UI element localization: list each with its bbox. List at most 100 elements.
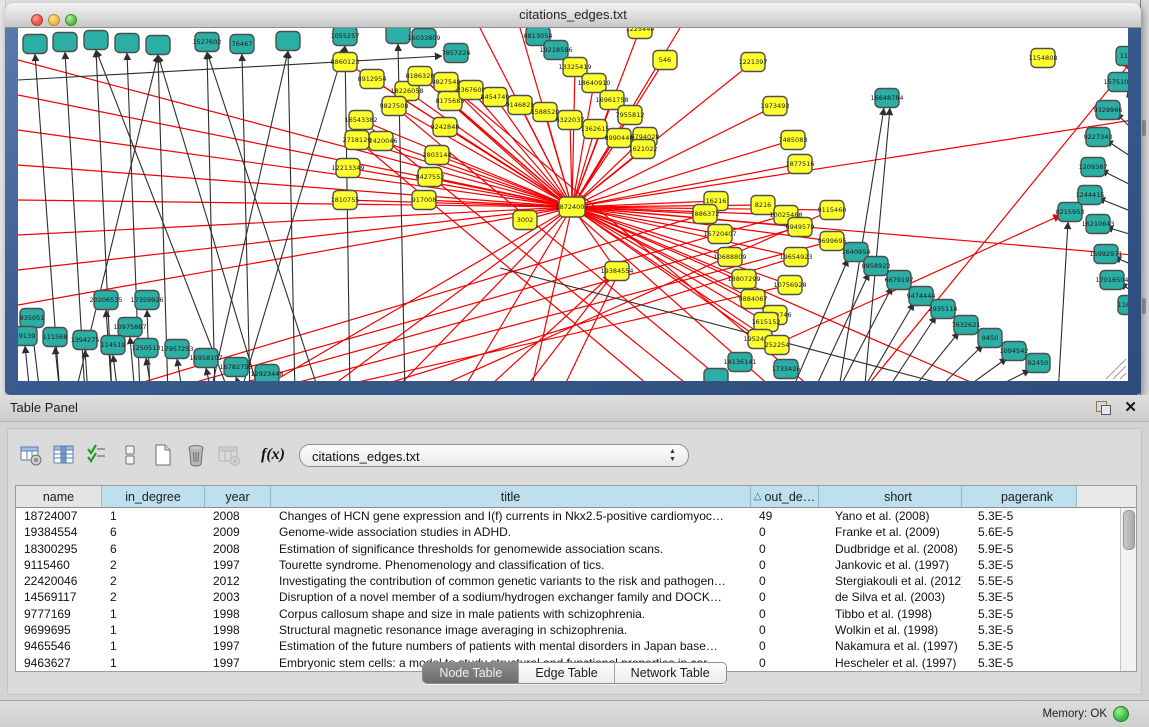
table-cell[interactable]: 18724007: [16, 508, 102, 524]
table-cell[interactable]: 5.9E-5: [962, 541, 1077, 557]
table-cell[interactable]: 2008: [205, 541, 271, 557]
table-cell[interactable]: 5.3E-5: [962, 606, 1077, 622]
network-node[interactable]: [84, 31, 108, 50]
table-cell[interactable]: 2012: [205, 573, 271, 589]
modify-table-icon[interactable]: [16, 442, 46, 468]
table-cell[interactable]: 1997: [205, 638, 271, 654]
table-cell[interactable]: 5.5E-5: [962, 573, 1077, 589]
table-row[interactable]: 1938455462009Genome-wide association stu…: [16, 524, 1136, 540]
table-cell[interactable]: 1998: [205, 622, 271, 638]
table-row[interactable]: 911546021997Tourette syndrome. Phenomeno…: [16, 557, 1136, 573]
network-edge[interactable]: [956, 358, 1007, 381]
network-edge[interactable]: [1058, 222, 1068, 381]
table-cell[interactable]: 5.6E-5: [962, 524, 1077, 540]
table-cell[interactable]: 0: [751, 589, 819, 605]
window-titlebar[interactable]: citations_edges.txt: [5, 3, 1141, 28]
table-cell[interactable]: 2: [102, 573, 205, 589]
select-rows-icon[interactable]: [82, 442, 112, 468]
network-canvas[interactable]: 1527602764671055257160338097857224881305…: [18, 28, 1128, 381]
table-cell[interactable]: de Silva et al. (2003): [819, 589, 962, 605]
network-node[interactable]: [53, 33, 77, 52]
network-edge[interactable]: [437, 155, 572, 207]
table-row[interactable]: 1456911722003Disruption of a novel membe…: [16, 589, 1136, 605]
table-cell[interactable]: 2: [102, 589, 205, 605]
tab-node-table[interactable]: Node Table: [423, 663, 518, 683]
row-height-icon[interactable]: [115, 442, 145, 468]
table-row[interactable]: 946554611997Estimation of the future num…: [16, 638, 1136, 654]
table-cell[interactable]: 9777169: [16, 606, 102, 622]
table-cell[interactable]: 22420046: [16, 573, 102, 589]
table-cell[interactable]: 0: [751, 557, 819, 573]
table-cell[interactable]: 0: [751, 606, 819, 622]
column-header-name[interactable]: name: [16, 486, 102, 507]
table-cell[interactable]: 1: [102, 638, 205, 654]
function-builder-icon[interactable]: f(x): [261, 446, 285, 464]
column-header-pagerank[interactable]: pagerank: [962, 486, 1077, 507]
tab-network-table[interactable]: Network Table: [614, 663, 726, 683]
network-node[interactable]: [146, 36, 170, 55]
network-node[interactable]: [386, 28, 410, 44]
table-cell[interactable]: 19384554: [16, 524, 102, 540]
table-cell[interactable]: Changes of HCN gene expression and I(f) …: [271, 508, 751, 524]
new-table-icon[interactable]: [148, 442, 178, 468]
table-cell[interactable]: 1997: [205, 557, 271, 573]
column-header-year[interactable]: year: [205, 486, 271, 507]
table-cell[interactable]: 1998: [205, 606, 271, 622]
canvas-resize-grip[interactable]: [1106, 359, 1126, 379]
table-cell[interactable]: Franke et al. (2009): [819, 524, 962, 540]
float-panel-icon[interactable]: [1096, 401, 1111, 415]
table-cell[interactable]: Tibbo et al. (1998): [819, 606, 962, 622]
table-cell[interactable]: Estimation of the future numbers of pati…: [271, 638, 751, 654]
table-cell[interactable]: Structural magnetic resonance image aver…: [271, 622, 751, 638]
network-edge[interactable]: [240, 46, 345, 381]
column-header-in-degree[interactable]: in_degree: [102, 486, 205, 507]
table-cell[interactable]: 2003: [205, 589, 271, 605]
table-row[interactable]: 969969511998Structural magnetic resonanc…: [16, 622, 1136, 638]
table-cell[interactable]: 1: [102, 606, 205, 622]
table-cell[interactable]: 1: [102, 622, 205, 638]
network-edge[interactable]: [113, 355, 118, 381]
network-edge[interactable]: [96, 50, 112, 381]
table-cell[interactable]: 6: [102, 541, 205, 557]
table-row[interactable]: 977716911998Corpus callosum shape and si…: [16, 606, 1136, 622]
network-edge[interactable]: [812, 273, 869, 381]
table-cell[interactable]: Tourette syndrome. Phenomenology and cla…: [271, 557, 751, 573]
table-cell[interactable]: Dudbridge et al. (2008): [819, 541, 962, 557]
network-edge[interactable]: [158, 55, 168, 381]
table-cell[interactable]: 2008: [205, 508, 271, 524]
table-cell[interactable]: 2: [102, 557, 205, 573]
table-row[interactable]: 1830029562008Estimation of significance …: [16, 541, 1136, 557]
table-cell[interactable]: 9465546: [16, 638, 102, 654]
network-edge[interactable]: [572, 67, 575, 207]
table-cell[interactable]: 9115460: [16, 557, 102, 573]
table-cell[interactable]: Jankovic et al. (1997): [819, 557, 962, 573]
tab-edge-table[interactable]: Edge Table: [518, 663, 613, 683]
network-edge[interactable]: [158, 55, 260, 381]
table-cell[interactable]: Corpus callosum shape and size in male p…: [271, 606, 751, 622]
results-panel-edge[interactable]: [1140, 0, 1149, 395]
table-cell[interactable]: 5.3E-5: [962, 589, 1077, 605]
delete-table-icon[interactable]: [181, 442, 211, 468]
network-edge[interactable]: [85, 350, 88, 381]
table-cell[interactable]: 9699695: [16, 622, 102, 638]
table-cell[interactable]: Estimation of significance thresholds fo…: [271, 541, 751, 557]
network-edge[interactable]: [932, 345, 983, 381]
table-cell[interactable]: 0: [751, 573, 819, 589]
network-node[interactable]: [115, 34, 139, 53]
panel-collapse-handle[interactable]: [1142, 298, 1146, 314]
table-scrollbar[interactable]: [1120, 508, 1136, 671]
table-cell[interactable]: 5.3E-5: [962, 508, 1077, 524]
table-cell[interactable]: Wolkin et al. (1998): [819, 622, 962, 638]
close-panel-icon[interactable]: ✕: [1124, 398, 1137, 416]
memory-status-indicator[interactable]: [1113, 706, 1129, 722]
table-cell[interactable]: 5.3E-5: [962, 622, 1077, 638]
table-cell[interactable]: 18300295: [16, 541, 102, 557]
network-edge[interactable]: [320, 207, 572, 381]
network-edge[interactable]: [207, 52, 215, 381]
network-edge[interactable]: [884, 316, 936, 381]
column-header-short[interactable]: short: [819, 486, 962, 507]
table-cell[interactable]: 0: [751, 622, 819, 638]
column-header-out-degree[interactable]: △out_de…: [751, 486, 819, 507]
network-node[interactable]: [704, 369, 728, 382]
table-source-select[interactable]: citations_edges.txt ▲▼: [299, 444, 689, 467]
